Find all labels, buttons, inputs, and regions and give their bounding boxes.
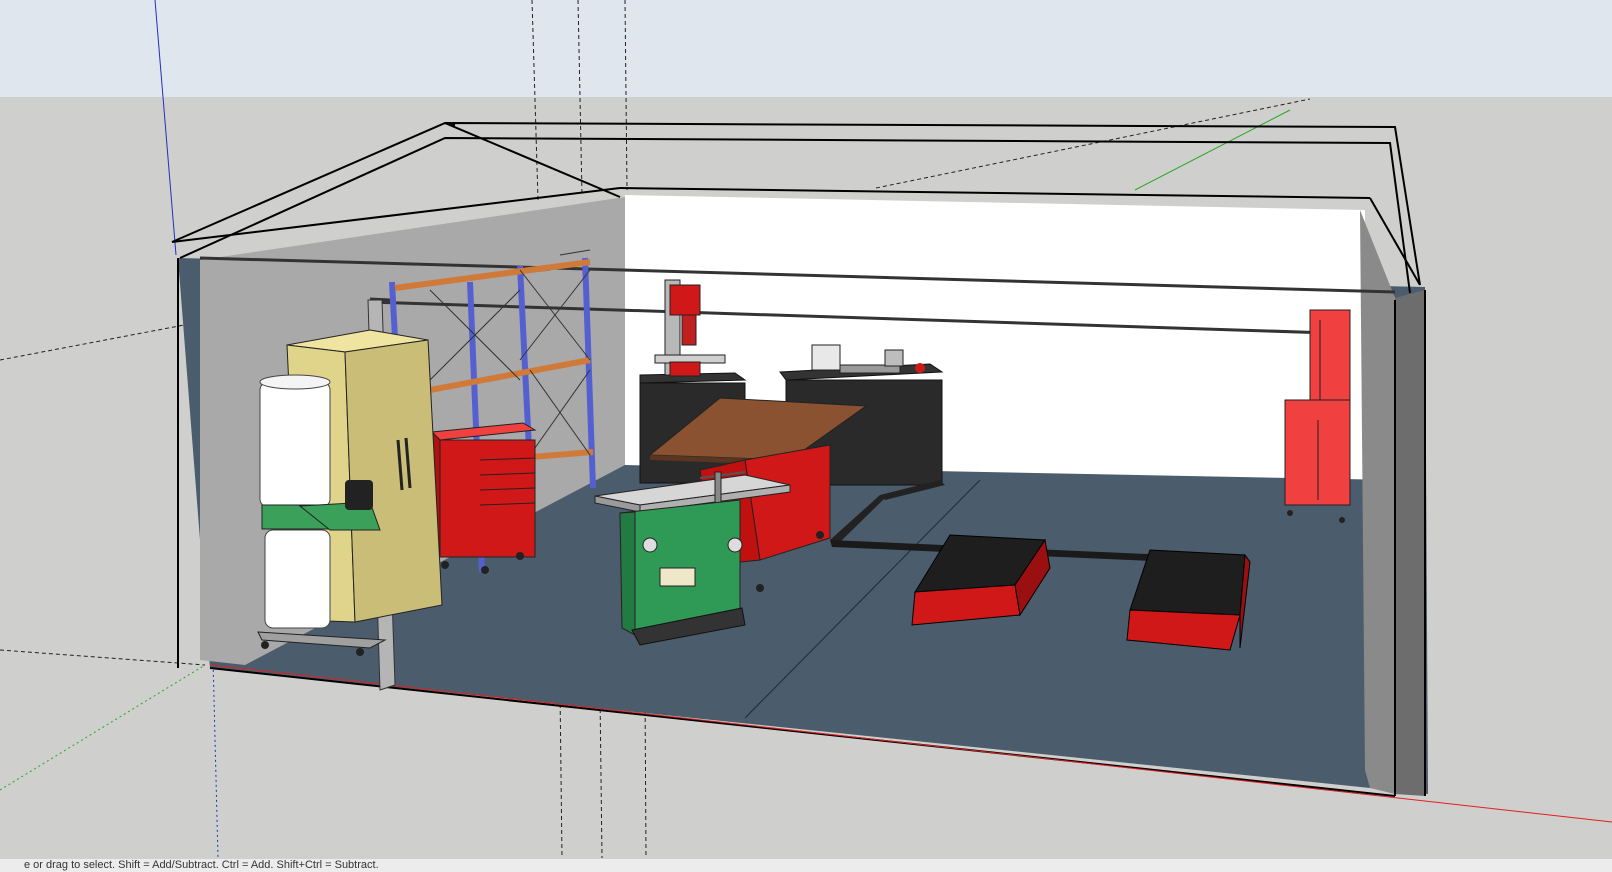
status-text: e or drag to select. Shift = Add/Subtrac… bbox=[24, 859, 379, 871]
sky-background bbox=[0, 0, 1612, 97]
right-wall-edge bbox=[1395, 290, 1425, 796]
model-viewport[interactable] bbox=[0, 0, 1612, 858]
tool-chest-left bbox=[430, 422, 537, 574]
scene-canvas[interactable] bbox=[0, 0, 1612, 858]
right-wall bbox=[1360, 210, 1395, 794]
status-bar: e or drag to select. Shift = Add/Subtrac… bbox=[0, 858, 1612, 872]
